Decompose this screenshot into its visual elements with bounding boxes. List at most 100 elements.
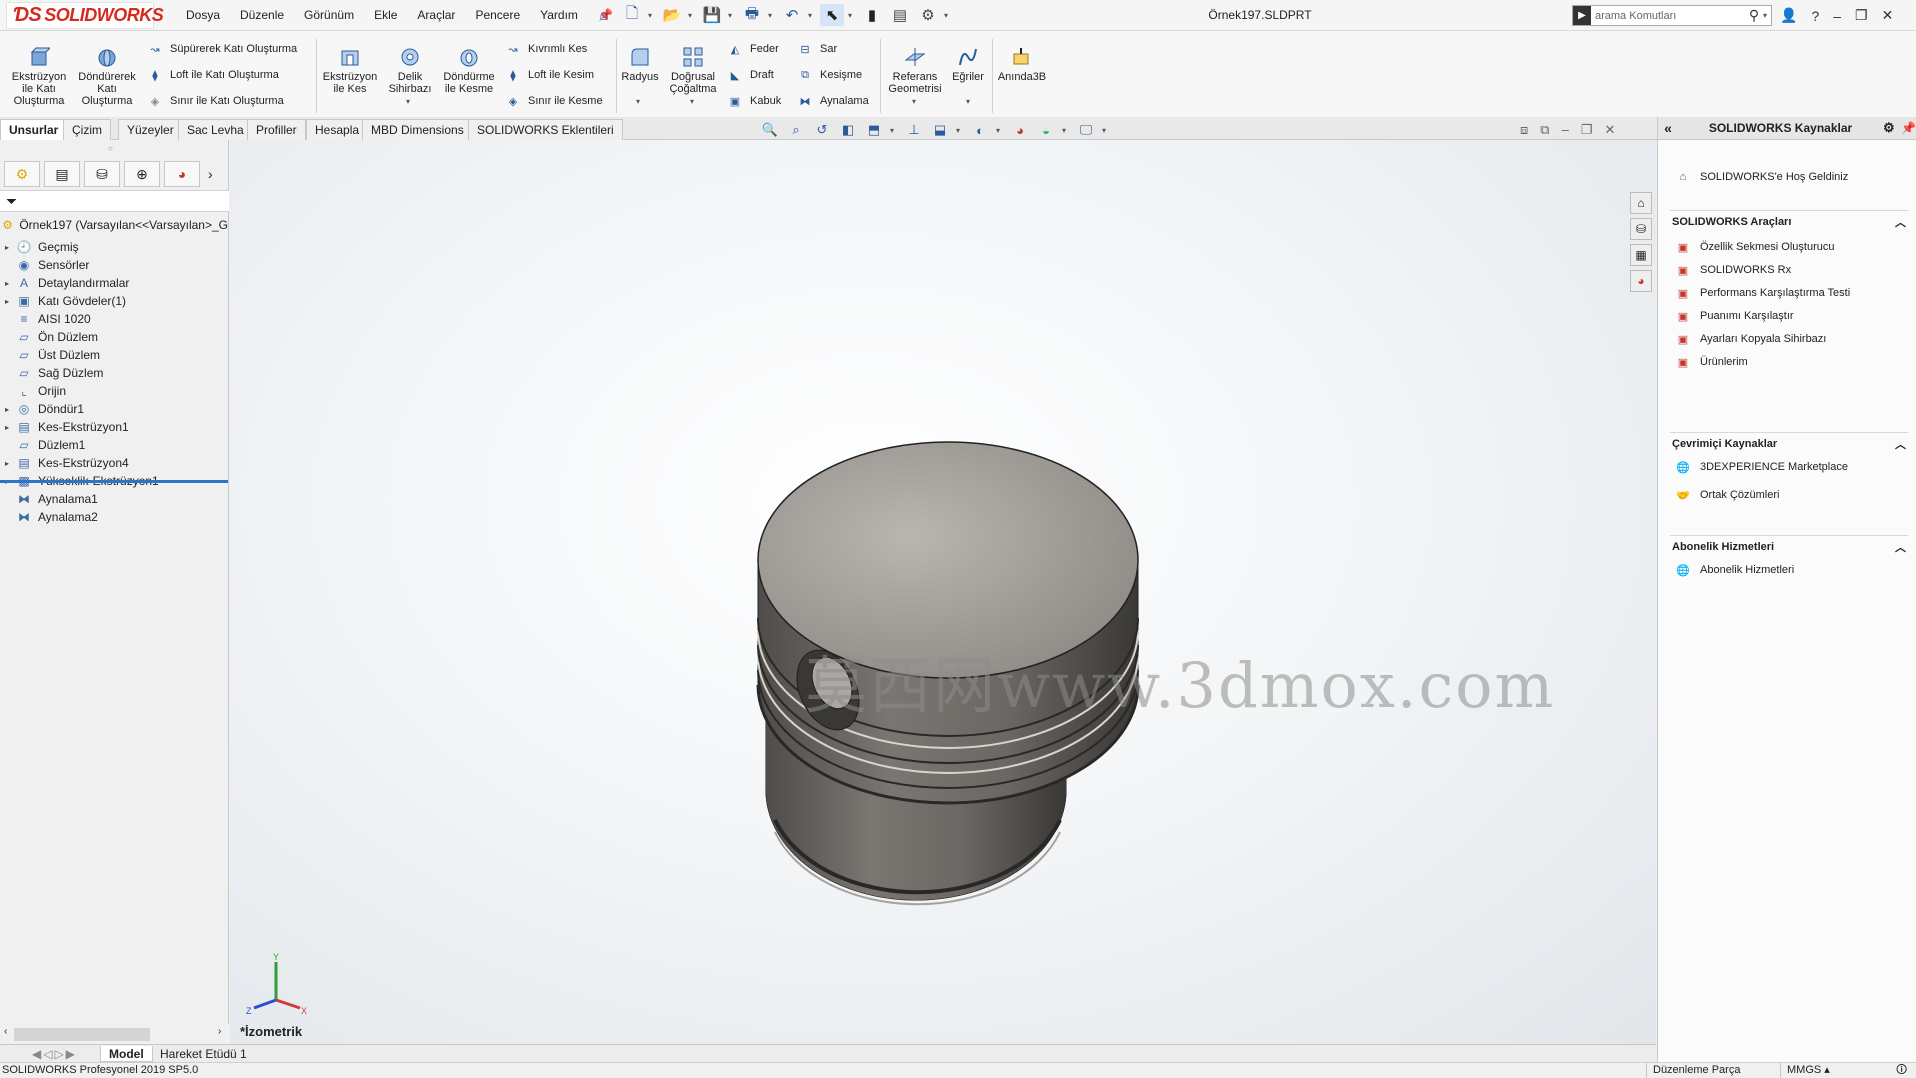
- print-dropdown-icon[interactable]: ▾: [768, 11, 776, 20]
- home-icon[interactable]: ⌂: [592, 4, 616, 26]
- tile-left-icon[interactable]: ⧈: [1520, 122, 1528, 138]
- curves-button[interactable]: Eğriler: [948, 45, 988, 83]
- scroll-left-icon[interactable]: ‹: [4, 1026, 7, 1037]
- task-pane-home-icon[interactable]: ⌂: [1630, 192, 1652, 214]
- tab-solidworks-addins[interactable]: SOLIDWORKS Eklentileri: [468, 119, 623, 140]
- boundary-cut-button[interactable]: ◈ Sınır ile Kesme: [504, 91, 603, 111]
- tab-surfaces[interactable]: Yüzeyler: [118, 119, 183, 140]
- pattern-dropdown-icon[interactable]: ▾: [690, 97, 694, 106]
- menu-window[interactable]: Pencere: [465, 0, 530, 31]
- search-icon[interactable]: ⚲: [1745, 7, 1763, 24]
- expand-arrow-icon[interactable]: ▸: [0, 423, 14, 432]
- hole-wizard-button[interactable]: Delik Sihirbazı: [384, 45, 436, 95]
- close-icon[interactable]: ✕: [1882, 7, 1894, 24]
- tab-mbd-dimensions[interactable]: MBD Dimensions: [362, 119, 473, 140]
- graphics-area[interactable]: 莫西网www.3dmox.com Y X Z: [230, 140, 1656, 1044]
- tab-sketch[interactable]: Çizim: [63, 119, 111, 140]
- view-orientation-dropdown-icon[interactable]: ▾: [890, 126, 898, 135]
- open-dropdown-icon[interactable]: ▾: [688, 11, 696, 20]
- feature-manager-tab-icon[interactable]: ⚙: [4, 161, 40, 187]
- tile-right-icon[interactable]: ⧉: [1540, 122, 1549, 138]
- chevron-right-icon[interactable]: ›: [208, 166, 213, 182]
- new-dropdown-icon[interactable]: ▾: [648, 11, 656, 20]
- instant3d-button[interactable]: Anında3B: [996, 45, 1048, 83]
- print-icon[interactable]: 🖶: [740, 4, 764, 26]
- mirror-button[interactable]: ⧓ Aynalama: [796, 91, 869, 111]
- rib-button[interactable]: ◭ Feder: [726, 39, 779, 59]
- swept-cut-button[interactable]: ↝ Kıvrımlı Kes: [504, 39, 587, 59]
- collapse-chevron-icon[interactable]: ︿: [1895, 539, 1906, 555]
- expand-arrow-icon[interactable]: ▸: [0, 243, 14, 252]
- section-view-icon[interactable]: ◧: [838, 121, 858, 139]
- scroll-right-icon[interactable]: ›: [218, 1026, 221, 1037]
- save-dropdown-icon[interactable]: ▾: [728, 11, 736, 20]
- menu-tools[interactable]: Araçlar: [407, 0, 465, 31]
- fillet-button[interactable]: Radyus: [620, 45, 660, 83]
- expand-arrow-icon[interactable]: ▸: [0, 279, 14, 288]
- notification-icon[interactable]: 🛈: [1896, 1063, 1907, 1078]
- rollback-bar[interactable]: [0, 480, 228, 483]
- menu-file[interactable]: Dosya: [176, 0, 230, 31]
- traffic-light-icon[interactable]: ▮: [860, 4, 884, 26]
- subscription-section-header[interactable]: Abonelik Hizmetleri ︿: [1670, 535, 1908, 557]
- welcome-link[interactable]: ⌂ SOLIDWORKS'e Hoş Geldiniz: [1674, 165, 1849, 189]
- edit-appearance-icon[interactable]: ◕: [1010, 121, 1030, 139]
- previous-view-icon[interactable]: ↺: [812, 121, 832, 139]
- loft-cut-button[interactable]: ⧫ Loft ile Kesim: [504, 65, 594, 85]
- tool-link[interactable]: ▣ Ürünlerim: [1674, 350, 1748, 374]
- revolve-cut-button[interactable]: Döndürme ile Kesme: [440, 45, 498, 95]
- scrollbar-thumb[interactable]: [14, 1028, 150, 1041]
- display-manager-tab-icon[interactable]: ◕: [164, 161, 200, 187]
- viewport-close-icon[interactable]: ✕: [1604, 122, 1615, 138]
- menu-insert[interactable]: Ekle: [364, 0, 407, 31]
- revolve-boss-button[interactable]: Döndürerek Katı Oluşturma: [74, 45, 140, 107]
- extrude-boss-button[interactable]: Ekstrüzyon ile Katı Oluşturma: [8, 45, 70, 107]
- collapse-pane-icon[interactable]: «: [1658, 120, 1678, 136]
- menu-view[interactable]: Görünüm: [294, 0, 364, 31]
- tool-link[interactable]: ▣ Performans Karşılaştırma Testi: [1674, 281, 1850, 305]
- apply-scene-icon[interactable]: ◒: [1036, 121, 1056, 139]
- tab-features[interactable]: Unsurlar: [0, 119, 68, 140]
- hide-show-items-icon[interactable]: ◐: [970, 121, 990, 139]
- loft-boss-button[interactable]: ⧫ Loft ile Katı Oluşturma: [146, 65, 279, 85]
- tab-evaluate[interactable]: Hesapla: [306, 119, 369, 140]
- solidworks-logo[interactable]: ƊS SOLIDWORKS: [6, 2, 164, 29]
- tool-link[interactable]: ▣ Puanımı Karşılaştır: [1674, 304, 1794, 328]
- tool-link[interactable]: ▣ Özellik Sekmesi Oluşturucu: [1674, 235, 1835, 259]
- filter-funnel-icon[interactable]: ⏷: [6, 193, 17, 210]
- tools-section-header[interactable]: SOLIDWORKS Araçları ︿: [1670, 210, 1908, 232]
- search-commands[interactable]: ▶ arama Komutları ⚲ ▾: [1572, 5, 1772, 26]
- tree-filter[interactable]: ⏷: [0, 190, 229, 212]
- design-library-icon[interactable]: ⛁: [1630, 218, 1652, 240]
- options-dropdown-icon[interactable]: ▾: [944, 11, 952, 20]
- expand-arrow-icon[interactable]: ▸: [0, 405, 14, 414]
- tab-navigation-arrows-icon[interactable]: ◀◁▷▶: [24, 1046, 85, 1062]
- view-settings-dropdown-icon[interactable]: ▾: [1102, 126, 1110, 135]
- subscription-services-link[interactable]: 🌐 Abonelik Hizmetleri: [1674, 558, 1794, 582]
- refgeom-dropdown-icon[interactable]: ▾: [912, 97, 916, 106]
- tab-weldments[interactable]: Profiller: [247, 119, 306, 140]
- help-question-icon[interactable]: ?: [1811, 8, 1819, 24]
- intersect-button[interactable]: ⧉ Kesişme: [796, 65, 862, 85]
- curves-dropdown-icon[interactable]: ▾: [966, 97, 970, 106]
- expand-arrow-icon[interactable]: ▸: [0, 459, 14, 468]
- zoom-to-area-icon[interactable]: ⌕: [786, 121, 806, 139]
- fillet-dropdown-icon[interactable]: ▾: [636, 97, 640, 106]
- dynamic-annotation-icon[interactable]: ⬒: [864, 121, 884, 139]
- viewport-minimize-icon[interactable]: –: [1562, 122, 1569, 138]
- open-folder-icon[interactable]: 📂: [660, 4, 684, 26]
- new-document-icon[interactable]: 🗋: [620, 4, 644, 26]
- configuration-manager-tab-icon[interactable]: ⛁: [84, 161, 120, 187]
- reference-geometry-button[interactable]: Referans Geometrisi: [884, 45, 946, 95]
- wrap-button[interactable]: ⊟ Sar: [796, 39, 837, 59]
- search-dropdown-icon[interactable]: ▾: [1763, 11, 1771, 20]
- property-manager-tab-icon[interactable]: ▤: [44, 161, 80, 187]
- save-icon[interactable]: 💾: [700, 4, 724, 26]
- options-gear-icon[interactable]: ⚙: [916, 4, 940, 26]
- appearances-icon[interactable]: ◕: [1630, 270, 1652, 292]
- task-pane-settings-icon[interactable]: ⚙: [1883, 120, 1901, 136]
- piston-model[interactable]: [230, 140, 1656, 1044]
- tool-link[interactable]: ▣ Ayarları Kopyala Sihirbazı: [1674, 327, 1827, 351]
- display-style-dropdown-icon[interactable]: ▾: [956, 126, 964, 135]
- tab-model[interactable]: Model: [100, 1046, 153, 1062]
